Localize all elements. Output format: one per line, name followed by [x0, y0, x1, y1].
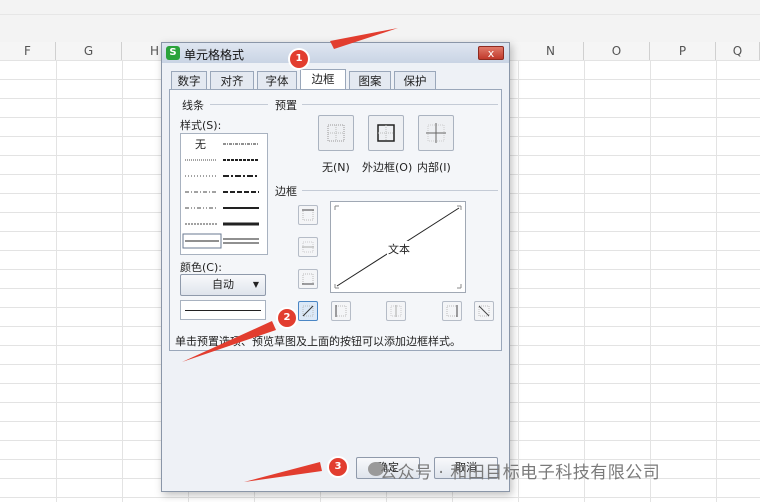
arrow-1	[330, 28, 398, 49]
arrow-3	[244, 462, 322, 482]
step-marker-3: 3	[329, 458, 347, 476]
step-marker-1: 1	[290, 50, 308, 68]
annotation-arrows	[182, 28, 398, 482]
arrow-2	[182, 321, 276, 362]
watermark-text: 公众号 · 和田目标电子科技有限公司	[380, 463, 661, 483]
step-marker-2: 2	[278, 309, 296, 327]
